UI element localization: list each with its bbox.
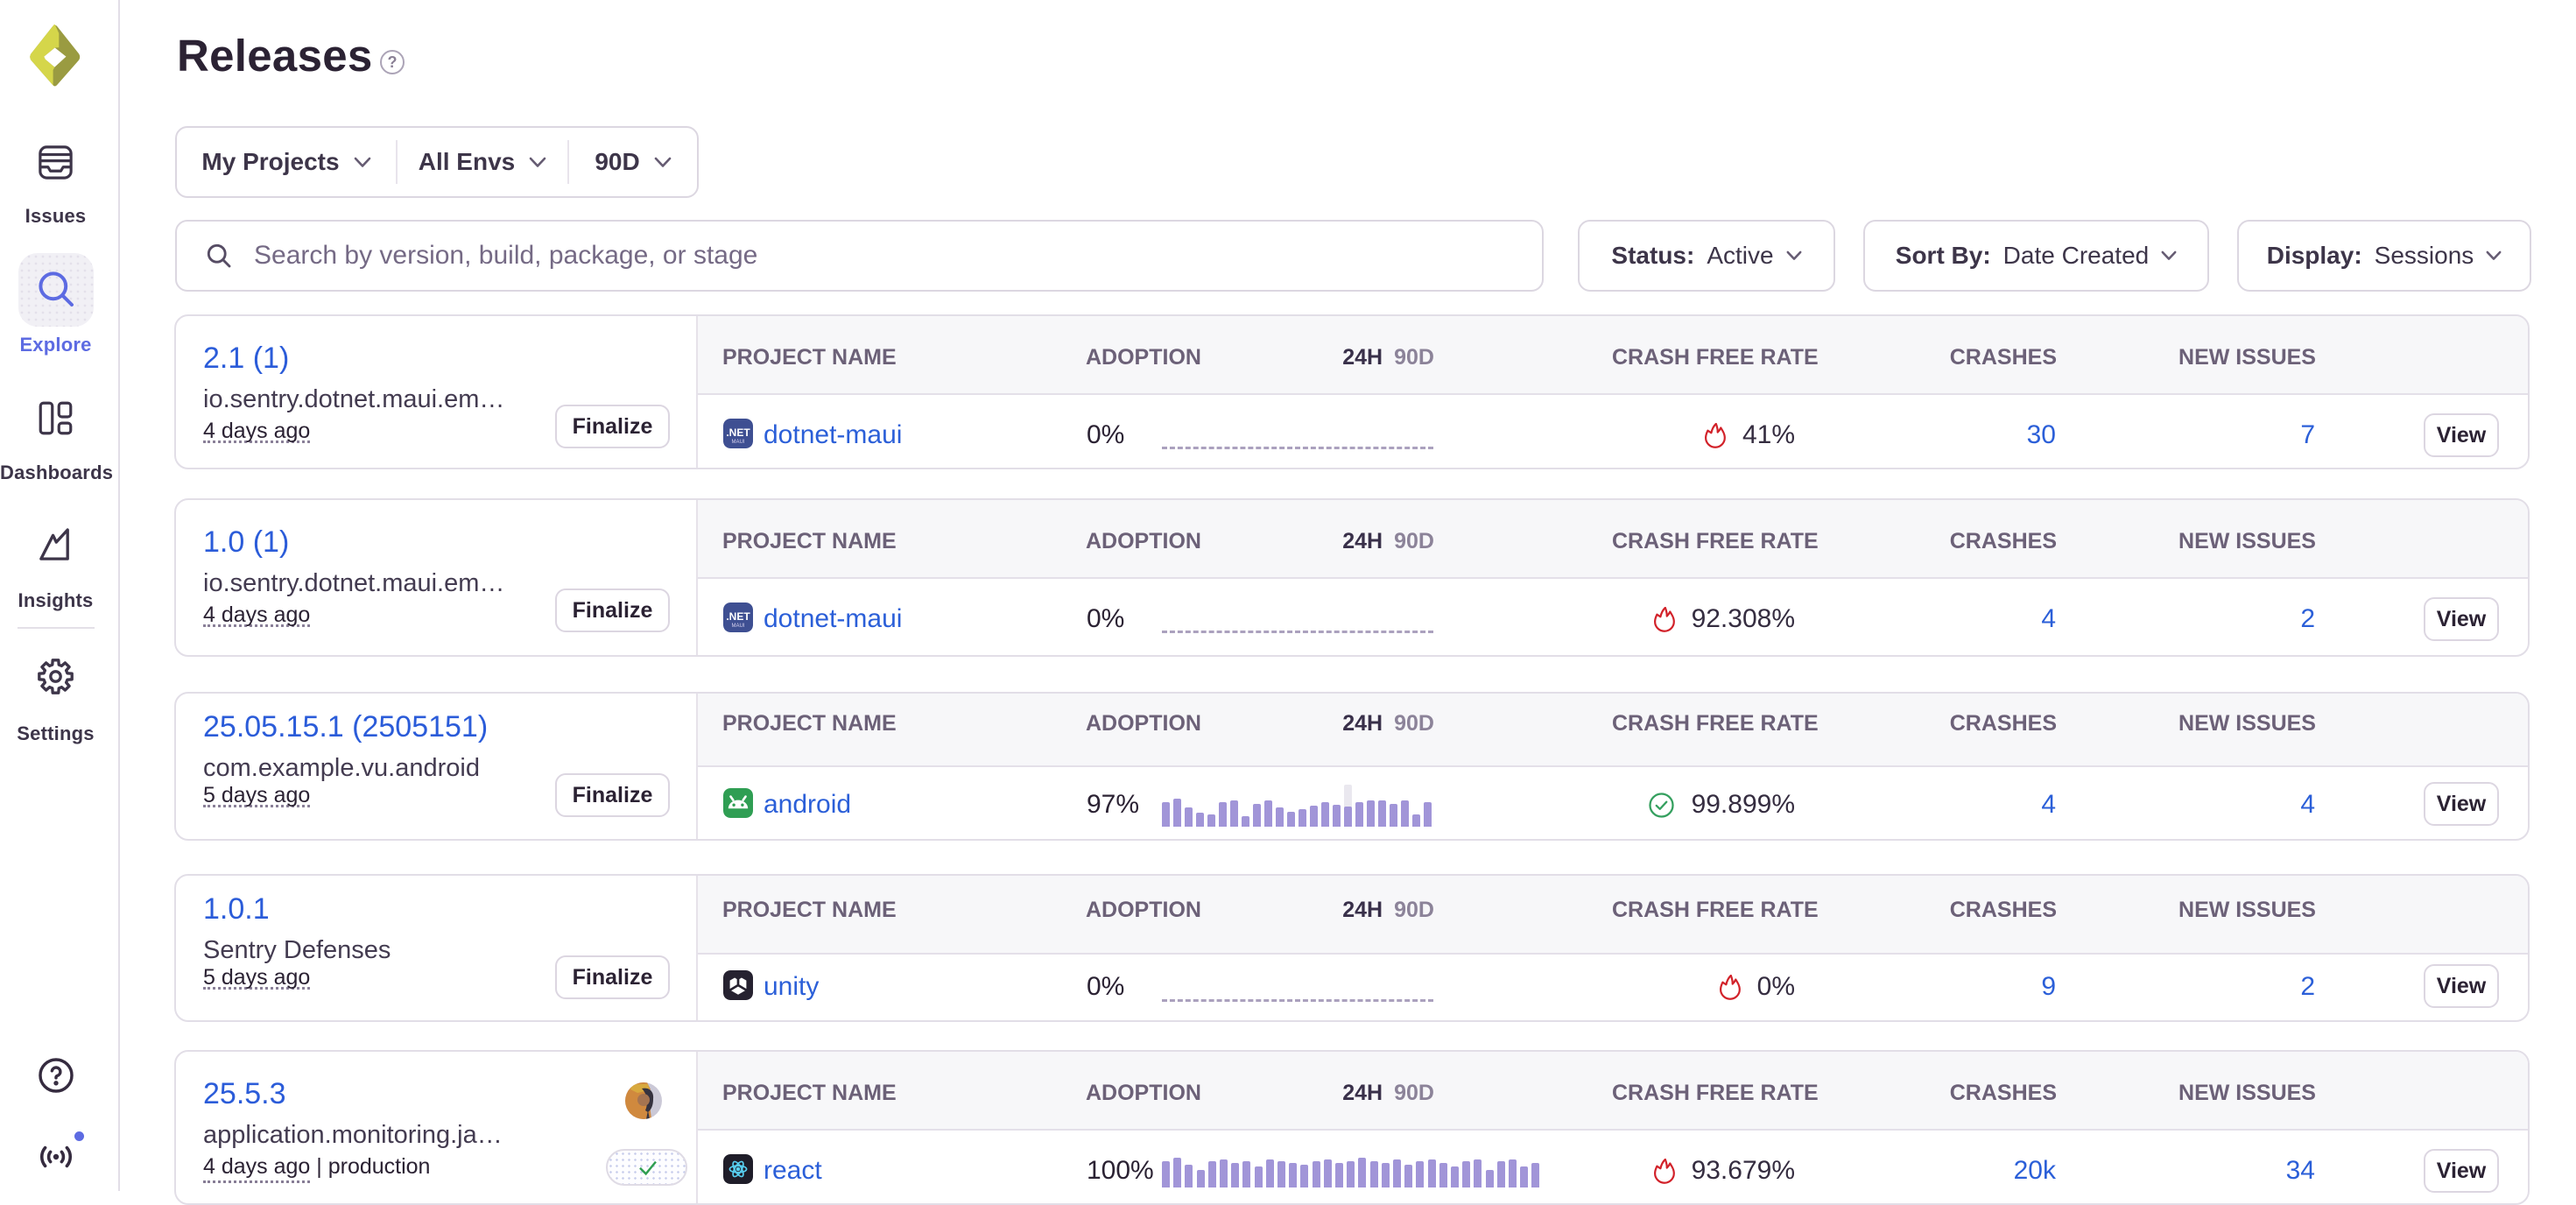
svg-text:MAUI: MAUI bbox=[732, 624, 745, 629]
svg-text:.NET: .NET bbox=[726, 426, 750, 439]
svg-text:.NET: .NET bbox=[726, 610, 750, 623]
svg-text:MAUI: MAUI bbox=[732, 440, 745, 445]
